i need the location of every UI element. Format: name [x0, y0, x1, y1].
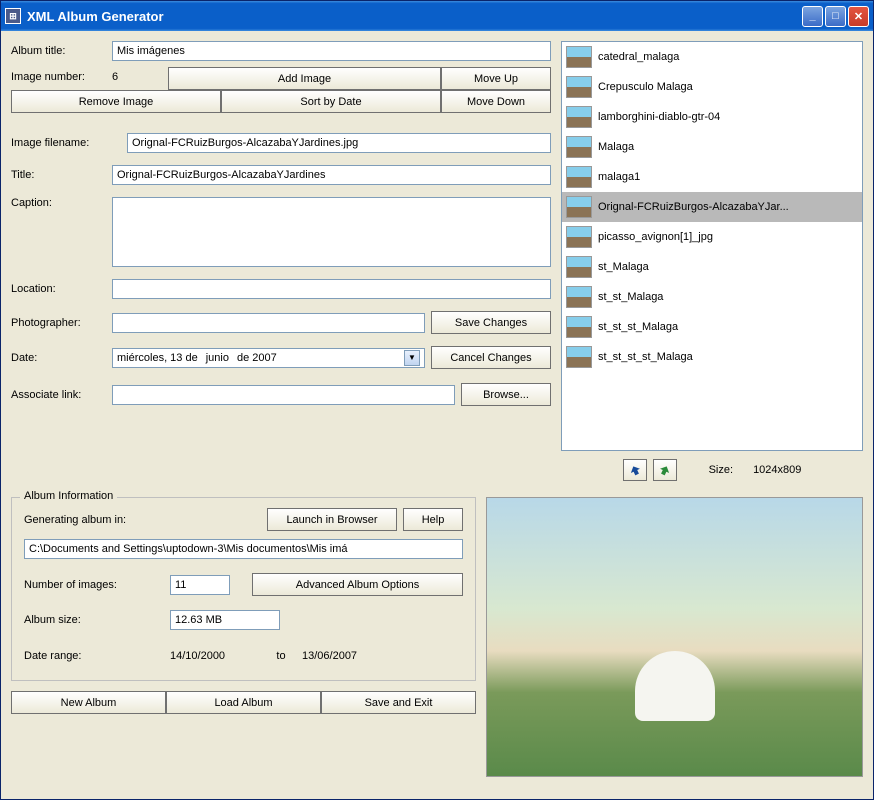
- cancel-changes-button[interactable]: Cancel Changes: [431, 346, 551, 369]
- location-label: Location:: [11, 283, 106, 295]
- photographer-label: Photographer:: [11, 317, 106, 329]
- associate-input[interactable]: [112, 385, 455, 405]
- launch-browser-button[interactable]: Launch in Browser: [267, 508, 397, 531]
- window-title: XML Album Generator: [27, 9, 802, 24]
- size-label: Size:: [709, 464, 733, 476]
- list-item-label: Orignal-FCRuizBurgos-AlcazabaYJar...: [598, 201, 789, 213]
- window-controls: _ □ ✕: [802, 6, 869, 27]
- image-number-label: Image number:: [11, 67, 106, 90]
- filename-label: Image filename:: [11, 137, 121, 149]
- rotate-right-button[interactable]: [653, 459, 677, 481]
- list-item[interactable]: st_st_Malaga: [562, 282, 862, 312]
- thumbnail-icon: [566, 226, 592, 248]
- main-window: ⊞ XML Album Generator _ □ ✕ Album title:…: [0, 0, 874, 800]
- filename-input[interactable]: [127, 133, 551, 153]
- list-item[interactable]: st_st_st_Malaga: [562, 312, 862, 342]
- list-item-label: malaga1: [598, 171, 640, 183]
- browse-button[interactable]: Browse...: [461, 383, 551, 406]
- list-item[interactable]: catedral_malaga: [562, 42, 862, 72]
- remove-image-button[interactable]: Remove Image: [11, 90, 221, 113]
- list-item-label: st_Malaga: [598, 261, 649, 273]
- thumbnail-icon: [566, 76, 592, 98]
- thumbnail-icon: [566, 346, 592, 368]
- content-area: Album title: Image number: 6 Add Image M…: [1, 31, 873, 799]
- move-up-button[interactable]: Move Up: [441, 67, 551, 90]
- path-input[interactable]: [24, 539, 463, 559]
- title-input[interactable]: [112, 165, 551, 185]
- save-changes-button[interactable]: Save Changes: [431, 311, 551, 334]
- rotate-left-button[interactable]: [623, 459, 647, 481]
- thumbnail-icon: [566, 166, 592, 188]
- image-number-value: 6: [112, 67, 162, 90]
- date-picker[interactable]: miércoles, 13 de junio de 2007 ▼: [112, 348, 425, 368]
- location-input[interactable]: [112, 279, 551, 299]
- titlebar: ⊞ XML Album Generator _ □ ✕: [1, 1, 873, 31]
- list-item-label: picasso_avignon[1]_jpg: [598, 231, 713, 243]
- date-to-label: to: [266, 650, 296, 662]
- image-preview: [486, 497, 863, 777]
- date-day: miércoles, 13 de: [117, 352, 198, 364]
- list-item[interactable]: Malaga: [562, 132, 862, 162]
- date-month: junio: [206, 352, 229, 364]
- thumbnail-icon: [566, 46, 592, 68]
- list-item[interactable]: st_st_st_st_Malaga: [562, 342, 862, 372]
- list-item[interactable]: lamborghini-diablo-gtr-04: [562, 102, 862, 132]
- minimize-button[interactable]: _: [802, 6, 823, 27]
- album-info-title: Album Information: [20, 490, 117, 502]
- thumbnail-icon: [566, 286, 592, 308]
- album-title-label: Album title:: [11, 45, 106, 57]
- thumbnail-icon: [566, 196, 592, 218]
- list-item[interactable]: Orignal-FCRuizBurgos-AlcazabaYJar...: [562, 192, 862, 222]
- generating-label: Generating album in:: [24, 514, 261, 526]
- date-from: 14/10/2000: [170, 650, 260, 662]
- thumbnail-icon: [566, 256, 592, 278]
- list-item[interactable]: picasso_avignon[1]_jpg: [562, 222, 862, 252]
- close-button[interactable]: ✕: [848, 6, 869, 27]
- date-range-label: Date range:: [24, 650, 164, 662]
- add-image-button[interactable]: Add Image: [168, 67, 441, 90]
- album-title-input[interactable]: [112, 41, 551, 61]
- load-album-button[interactable]: Load Album: [166, 691, 321, 714]
- save-exit-button[interactable]: Save and Exit: [321, 691, 476, 714]
- date-to: 13/06/2007: [302, 650, 357, 662]
- list-item[interactable]: Crepusculo Malaga: [562, 72, 862, 102]
- list-item-label: st_st_st_st_Malaga: [598, 351, 693, 363]
- thumbnail-icon: [566, 106, 592, 128]
- new-album-button[interactable]: New Album: [11, 691, 166, 714]
- list-item-label: st_st_Malaga: [598, 291, 663, 303]
- size-value: 1024x809: [753, 464, 801, 476]
- move-down-button[interactable]: Move Down: [441, 90, 551, 113]
- num-images-label: Number of images:: [24, 579, 164, 591]
- help-button[interactable]: Help: [403, 508, 463, 531]
- thumbnail-icon: [566, 136, 592, 158]
- thumbnail-icon: [566, 316, 592, 338]
- advanced-options-button[interactable]: Advanced Album Options: [252, 573, 463, 596]
- num-images-input[interactable]: [170, 575, 230, 595]
- title-label: Title:: [11, 169, 106, 181]
- list-item-label: Crepusculo Malaga: [598, 81, 693, 93]
- sort-by-date-button[interactable]: Sort by Date: [221, 90, 441, 113]
- caption-input[interactable]: [112, 197, 551, 267]
- caption-label: Caption:: [11, 197, 106, 209]
- app-icon: ⊞: [5, 8, 21, 24]
- list-item-label: Malaga: [598, 141, 634, 153]
- list-item-label: catedral_malaga: [598, 51, 679, 63]
- maximize-button[interactable]: □: [825, 6, 846, 27]
- album-info-group: Album Information Generating album in: L…: [11, 497, 476, 681]
- image-list[interactable]: catedral_malaga Crepusculo Malaga lamborgh…: [561, 41, 863, 451]
- list-item-label: lamborghini-diablo-gtr-04: [598, 111, 720, 123]
- list-item[interactable]: st_Malaga: [562, 252, 862, 282]
- album-size-value: [170, 610, 280, 630]
- list-item[interactable]: malaga1: [562, 162, 862, 192]
- date-label: Date:: [11, 352, 106, 364]
- date-dropdown-icon[interactable]: ▼: [404, 350, 420, 366]
- associate-label: Associate link:: [11, 389, 106, 401]
- date-year: de 2007: [237, 352, 277, 364]
- photographer-input[interactable]: [112, 313, 425, 333]
- album-size-label: Album size:: [24, 614, 164, 626]
- list-item-label: st_st_st_Malaga: [598, 321, 678, 333]
